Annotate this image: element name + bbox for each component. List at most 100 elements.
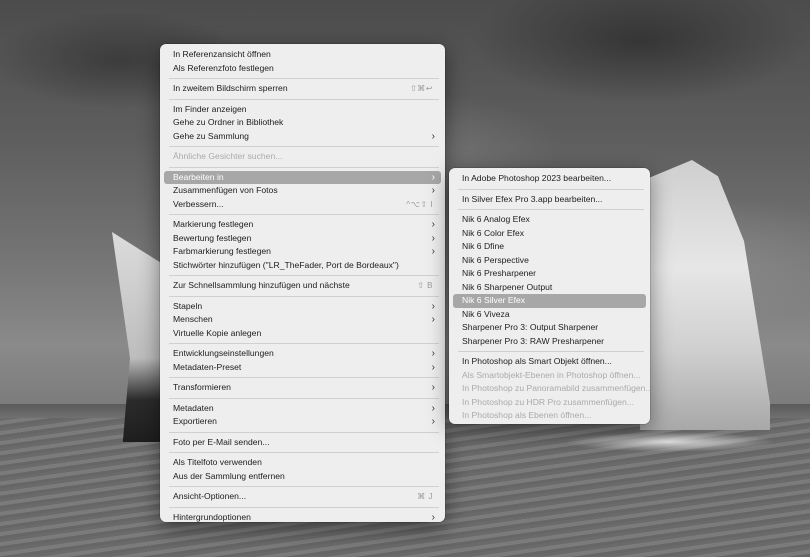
menu-item-gehe-zu-ordner-in-bibliothek[interactable]: Gehe zu Ordner in Bibliothek bbox=[164, 116, 441, 130]
menu-separator bbox=[458, 188, 644, 190]
menu-item-in-zweitem-bildschirm-sperren[interactable]: In zweitem Bildschirm sperren ⇧⌘↩ bbox=[164, 82, 441, 96]
menu-separator bbox=[169, 275, 439, 276]
menu-item-label: Bearbeiten in bbox=[173, 171, 224, 182]
menu-item-zur-schnellsammlung-hinzufugen-und-nachste[interactable]: Zur Schnellsammlung hinzufügen und nächs… bbox=[164, 279, 441, 293]
menu-item-entwicklungseinstellungen[interactable]: Entwicklungseinstellungen › bbox=[164, 347, 441, 361]
chevron-right-icon: › bbox=[431, 185, 435, 196]
submenu-item-in-adobe-photoshop-2023-bearbeiten[interactable]: In Adobe Photoshop 2023 bearbeiten... bbox=[453, 172, 646, 186]
keyboard-shortcut: ⇧ B bbox=[417, 281, 433, 290]
menu-item-label: Markierung festlegen bbox=[173, 219, 254, 229]
menu-item-label: Sharpener Pro 3: RAW Presharpener bbox=[462, 335, 605, 346]
menu-item-metadaten-preset[interactable]: Metadaten-Preset › bbox=[164, 361, 441, 375]
menu-item-ansicht-optionen[interactable]: Ansicht-Optionen... ⌘ J bbox=[164, 490, 441, 504]
chevron-right-icon: › bbox=[431, 130, 435, 142]
menu-item-label: Als Titelfoto verwenden bbox=[173, 457, 262, 467]
menu-item-label: In Photoshop als Ebenen öffnen... bbox=[462, 410, 592, 420]
menu-item-menschen[interactable]: Menschen › bbox=[164, 313, 441, 327]
menu-item-label: Entwicklungseinstellungen bbox=[173, 348, 274, 358]
menu-item-label: Menschen bbox=[173, 314, 213, 324]
menu-item-label: In Adobe Photoshop 2023 bearbeiten... bbox=[462, 173, 612, 183]
menu-item-label: Stapeln bbox=[173, 300, 203, 311]
submenu-item-in-silver-efex-pro-3-app-bearbeiten[interactable]: In Silver Efex Pro 3.app bearbeiten... bbox=[453, 193, 646, 207]
submenu-item-sharpener-pro-3-raw-presharpener[interactable]: Sharpener Pro 3: RAW Presharpener bbox=[453, 335, 646, 349]
submenu-item-nik-6-silver-efex[interactable]: Nik 6 Silver Efex bbox=[453, 294, 646, 308]
context-menu-list: In Referenzansicht öffnen Als Referenzfot… bbox=[160, 44, 445, 528]
submenu-item-nik-6-analog-efex[interactable]: Nik 6 Analog Efex bbox=[453, 213, 646, 227]
menu-item-bewertung-festlegen[interactable]: Bewertung festlegen › bbox=[164, 232, 441, 246]
menu-item-label: Gehe zu Sammlung bbox=[173, 130, 249, 141]
submenu-item-nik-6-perspective[interactable]: Nik 6 Perspective bbox=[453, 254, 646, 268]
submenu-item-in-photoshop-zu-hdr-pro-zusammenfugen: In Photoshop zu HDR Pro zusammenfügen... bbox=[453, 396, 646, 410]
menu-separator bbox=[458, 351, 644, 352]
submenu-item-nik-6-presharpener[interactable]: Nik 6 Presharpener bbox=[453, 267, 646, 281]
menu-item-zusammenfugen-von-fotos[interactable]: Zusammenfügen von Fotos › bbox=[164, 184, 441, 198]
submenu-item-sharpener-pro-3-output-sharpener[interactable]: Sharpener Pro 3: Output Sharpener bbox=[453, 321, 646, 335]
menu-item-label: Nik 6 Perspective bbox=[462, 254, 529, 265]
menu-item-label: Nik 6 Dfine bbox=[462, 241, 505, 251]
menu-item-markierung-festlegen[interactable]: Markierung festlegen › bbox=[164, 218, 441, 232]
menu-item-label: Transformieren bbox=[173, 382, 231, 392]
menu-item-foto-per-e-mail-senden[interactable]: Foto per E-Mail senden... bbox=[164, 436, 441, 450]
menu-separator bbox=[169, 146, 439, 147]
menu-item-label: Zur Schnellsammlung hinzufügen und nächs… bbox=[173, 280, 350, 290]
menu-item-verbessern[interactable]: Verbessern... ^⌥⇧ I bbox=[164, 198, 441, 212]
menu-item-bearbeiten-in[interactable]: Bearbeiten in › bbox=[164, 170, 441, 184]
chevron-right-icon: › bbox=[431, 246, 435, 257]
chevron-right-icon: › bbox=[431, 314, 435, 325]
menu-separator bbox=[169, 452, 439, 453]
menu-item-exportieren[interactable]: Exportieren › bbox=[164, 415, 441, 429]
chevron-right-icon: › bbox=[431, 402, 435, 414]
menu-item-label: Nik 6 Analog Efex bbox=[462, 214, 530, 224]
menu-item-label: Bewertung festlegen bbox=[173, 232, 252, 243]
menu-item-virtuelle-kopie-anlegen[interactable]: Virtuelle Kopie anlegen bbox=[164, 327, 441, 341]
submenu-item-in-photoshop-als-smart-objekt-offnen[interactable]: In Photoshop als Smart Objekt öffnen... bbox=[453, 355, 646, 369]
chevron-right-icon: › bbox=[431, 171, 435, 183]
menu-item-label: Sharpener Pro 3: Output Sharpener bbox=[462, 322, 599, 332]
menu-separator bbox=[169, 397, 439, 399]
chevron-right-icon: › bbox=[431, 416, 435, 427]
menu-item-im-finder-anzeigen[interactable]: Im Finder anzeigen bbox=[164, 103, 441, 117]
menu-item-label: Ähnliche Gesichter suchen... bbox=[173, 151, 283, 161]
submenu-item-als-smartobjekt-ebenen-in-photoshop-offnen: Als Smartobjekt-Ebenen in Photoshop öffn… bbox=[453, 369, 646, 383]
menu-item-label: Metadaten bbox=[173, 402, 214, 413]
menu-item-label: Nik 6 Color Efex bbox=[462, 227, 525, 238]
submenu-item-in-photoshop-als-ebenen-offnen: In Photoshop als Ebenen öffnen... bbox=[453, 409, 646, 423]
menu-item-label: Im Finder anzeigen bbox=[173, 103, 247, 114]
edit-in-submenu-list: In Adobe Photoshop 2023 bearbeiten... In … bbox=[449, 168, 653, 427]
menu-separator bbox=[169, 166, 439, 168]
menu-item-label: Ansicht-Optionen... bbox=[173, 491, 247, 501]
submenu-item-nik-6-sharpener-output[interactable]: Nik 6 Sharpener Output bbox=[453, 281, 646, 295]
menu-item-hintergrundoptionen[interactable]: Hintergrundoptionen › bbox=[164, 511, 441, 525]
menu-item-ahnliche-gesichter-suchen: Ähnliche Gesichter suchen... bbox=[164, 150, 441, 164]
menu-separator bbox=[169, 295, 439, 297]
keyboard-shortcut: ⌘ J bbox=[417, 492, 433, 501]
menu-item-label: Gehe zu Ordner in Bibliothek bbox=[173, 117, 284, 127]
menu-item-stapeln[interactable]: Stapeln › bbox=[164, 300, 441, 314]
menu-item-metadaten[interactable]: Metadaten › bbox=[164, 402, 441, 416]
submenu-item-nik-6-dfine[interactable]: Nik 6 Dfine bbox=[453, 240, 646, 254]
menu-item-label: Verbessern... bbox=[173, 198, 224, 209]
menu-item-gehe-zu-sammlung[interactable]: Gehe zu Sammlung › bbox=[164, 130, 441, 144]
menu-separator bbox=[169, 377, 439, 378]
chevron-right-icon: › bbox=[431, 232, 435, 244]
chevron-right-icon: › bbox=[431, 300, 435, 312]
submenu-item-nik-6-viveza[interactable]: Nik 6 Viveza bbox=[453, 308, 646, 322]
menu-item-label: In zweitem Bildschirm sperren bbox=[173, 83, 288, 93]
submenu-item-in-photoshop-zu-panoramabild-zusammenfugen: In Photoshop zu Panoramabild zusammenfüg… bbox=[453, 382, 653, 396]
menu-item-label: Aus der Sammlung entfernen bbox=[173, 470, 285, 481]
menu-item-als-referenzfoto-festlegen[interactable]: Als Referenzfoto festlegen bbox=[164, 62, 441, 76]
menu-item-label: In Photoshop zu HDR Pro zusammenfügen... bbox=[462, 396, 634, 407]
keyboard-shortcut: ⇧⌘↩ bbox=[410, 84, 433, 93]
menu-item-als-titelfoto-verwenden[interactable]: Als Titelfoto verwenden bbox=[164, 456, 441, 470]
menu-item-aus-der-sammlung-entfernen[interactable]: Aus der Sammlung entfernen bbox=[164, 470, 441, 484]
menu-item-transformieren[interactable]: Transformieren › bbox=[164, 381, 441, 395]
menu-item-farbmarkierung-festlegen[interactable]: Farbmarkierung festlegen › bbox=[164, 245, 441, 259]
menu-item-label: Exportieren bbox=[173, 416, 217, 426]
chevron-right-icon: › bbox=[431, 511, 435, 523]
keyboard-shortcut: ^⌥⇧ I bbox=[406, 199, 433, 209]
submenu-item-nik-6-color-efex[interactable]: Nik 6 Color Efex bbox=[453, 227, 646, 241]
menu-item-stichworter-hinzufugen-lr-thefader-port-de-bordeaux[interactable]: Stichwörter hinzufügen ("LR_TheFader, Po… bbox=[164, 259, 441, 273]
menu-item-label: Zusammenfügen von Fotos bbox=[173, 185, 278, 195]
menu-item-in-referenzansicht-offnen[interactable]: In Referenzansicht öffnen bbox=[164, 48, 441, 62]
menu-separator bbox=[169, 486, 439, 487]
